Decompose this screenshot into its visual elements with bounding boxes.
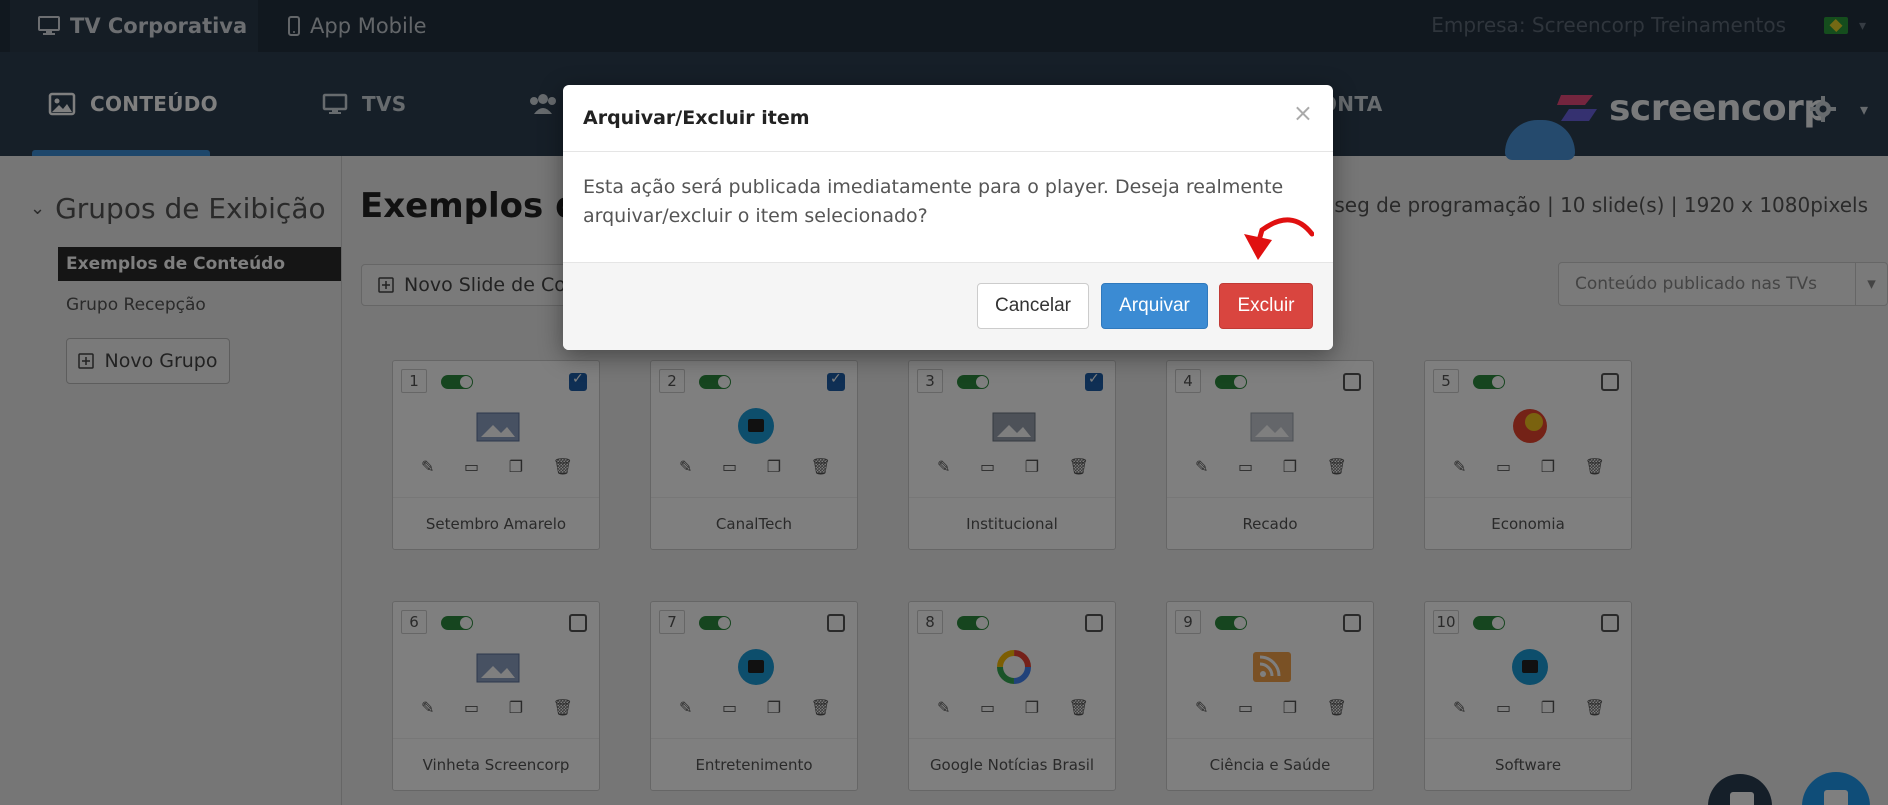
archive-delete-dialog: Arquivar/Excluir item × Esta ação será p…: [563, 85, 1333, 350]
cancel-button[interactable]: Cancelar: [977, 283, 1089, 329]
dialog-message: Esta ação será publicada imediatamente p…: [583, 176, 1284, 227]
dialog-header: Arquivar/Excluir item ×: [563, 85, 1333, 152]
close-icon[interactable]: ×: [1293, 99, 1313, 127]
archive-button[interactable]: Arquivar: [1101, 283, 1208, 329]
red-arrow-annotation-icon: [1244, 217, 1314, 260]
delete-button[interactable]: Excluir: [1219, 283, 1313, 329]
dialog-title: Arquivar/Excluir item: [583, 107, 810, 129]
dialog-footer: Cancelar Arquivar Excluir: [563, 262, 1333, 350]
